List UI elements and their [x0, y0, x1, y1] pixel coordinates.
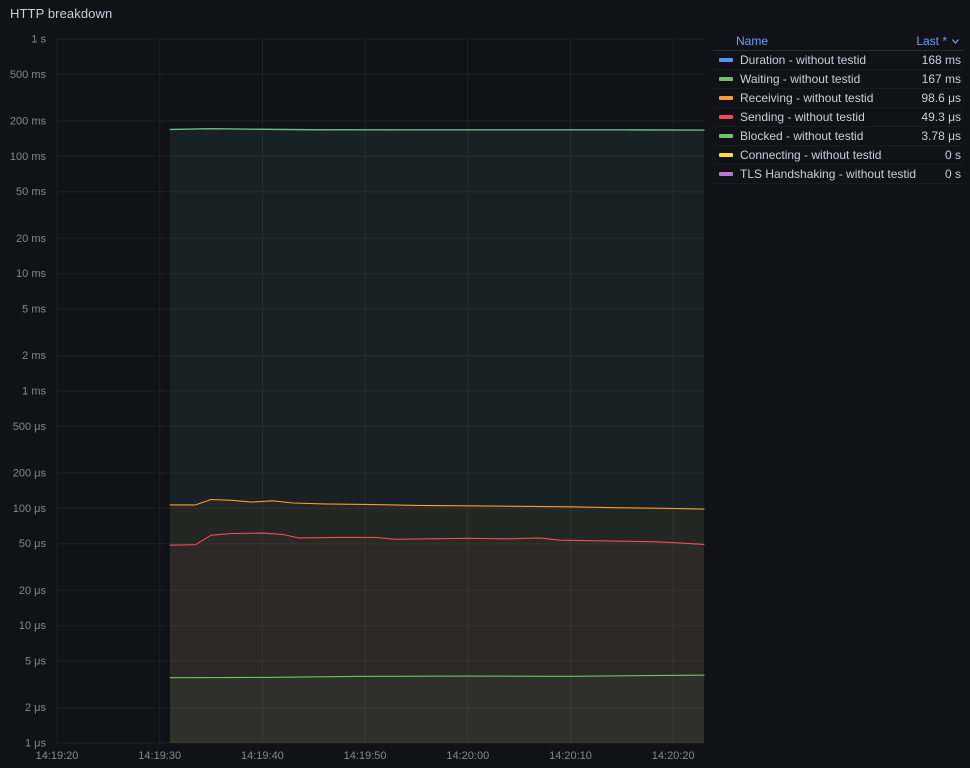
svg-text:14:19:40: 14:19:40 — [241, 750, 284, 762]
legend-value: 98.6 μs — [921, 91, 961, 105]
svg-text:14:20:20: 14:20:20 — [652, 750, 695, 762]
legend-header-last[interactable]: Last * — [916, 34, 961, 48]
legend-rows: Duration - without testid 168 ms Waiting -… — [713, 51, 963, 184]
svg-text:500 μs: 500 μs — [13, 421, 47, 433]
legend-label: Blocked - without testid — [740, 129, 864, 143]
svg-text:5 μs: 5 μs — [25, 656, 47, 668]
legend-header-last-label: Last * — [916, 34, 947, 48]
series-fills — [170, 128, 704, 744]
legend-item[interactable]: Receiving - without testid 98.6 μs — [713, 89, 963, 108]
legend-value: 168 ms — [921, 53, 961, 67]
legend-item[interactable]: TLS Handshaking - without testid 0 s — [713, 165, 963, 184]
legend-item[interactable]: Sending - without testid 49.3 μs — [713, 108, 963, 127]
svg-text:100 μs: 100 μs — [13, 503, 47, 515]
legend-header-name[interactable]: Name — [736, 34, 768, 48]
legend-item[interactable]: Waiting - without testid 167 ms — [713, 70, 963, 89]
legend-value: 167 ms — [921, 72, 961, 86]
series-color-icon — [719, 77, 733, 81]
svg-text:14:20:10: 14:20:10 — [549, 750, 592, 762]
svg-text:10 ms: 10 ms — [16, 268, 46, 280]
legend-value: 3.78 μs — [921, 129, 961, 143]
legend-table: Name Last * Duration - without testid 168… — [713, 32, 963, 184]
legend-label: Duration - without testid — [740, 53, 867, 67]
legend-label: TLS Handshaking - without testid — [740, 167, 917, 181]
series-color-icon — [719, 96, 733, 100]
legend-item[interactable]: Connecting - without testid 0 s — [713, 146, 963, 165]
legend-value: 0 s — [944, 148, 961, 162]
svg-text:500 ms: 500 ms — [10, 69, 47, 81]
svg-text:2 ms: 2 ms — [22, 350, 46, 362]
svg-text:20 μs: 20 μs — [19, 585, 47, 597]
legend-label: Receiving - without testid — [740, 91, 874, 105]
series-color-icon — [719, 153, 733, 157]
svg-text:14:19:30: 14:19:30 — [138, 750, 181, 762]
svg-text:50 μs: 50 μs — [19, 538, 47, 550]
svg-text:20 ms: 20 ms — [16, 233, 46, 245]
legend-item[interactable]: Duration - without testid 168 ms — [713, 51, 963, 70]
svg-text:200 ms: 200 ms — [10, 116, 47, 128]
svg-text:14:20:00: 14:20:00 — [446, 750, 489, 762]
svg-text:1 ms: 1 ms — [22, 386, 46, 398]
legend-label: Waiting - without testid — [740, 72, 861, 86]
sort-desc-icon — [952, 38, 959, 44]
svg-text:10 μs: 10 μs — [19, 620, 47, 632]
legend-header: Name Last * — [713, 32, 963, 51]
svg-text:5 ms: 5 ms — [22, 304, 46, 316]
legend-item[interactable]: Blocked - without testid 3.78 μs — [713, 127, 963, 146]
svg-text:14:19:20: 14:19:20 — [36, 750, 79, 762]
series-color-icon — [719, 115, 733, 119]
series-color-icon — [719, 172, 733, 176]
svg-text:200 μs: 200 μs — [13, 468, 47, 480]
legend-value: 49.3 μs — [921, 110, 961, 124]
svg-text:100 ms: 100 ms — [10, 151, 47, 163]
legend-label: Sending - without testid — [740, 110, 865, 124]
svg-text:2 μs: 2 μs — [25, 702, 47, 714]
svg-text:50 ms: 50 ms — [16, 186, 46, 198]
legend-value: 0 s — [944, 167, 961, 181]
series-color-icon — [719, 58, 733, 62]
legend-label: Connecting - without testid — [740, 148, 882, 162]
svg-text:14:19:50: 14:19:50 — [344, 750, 387, 762]
svg-text:1 s: 1 s — [31, 34, 46, 46]
series-color-icon — [719, 134, 733, 138]
svg-text:1 μs: 1 μs — [25, 738, 47, 750]
